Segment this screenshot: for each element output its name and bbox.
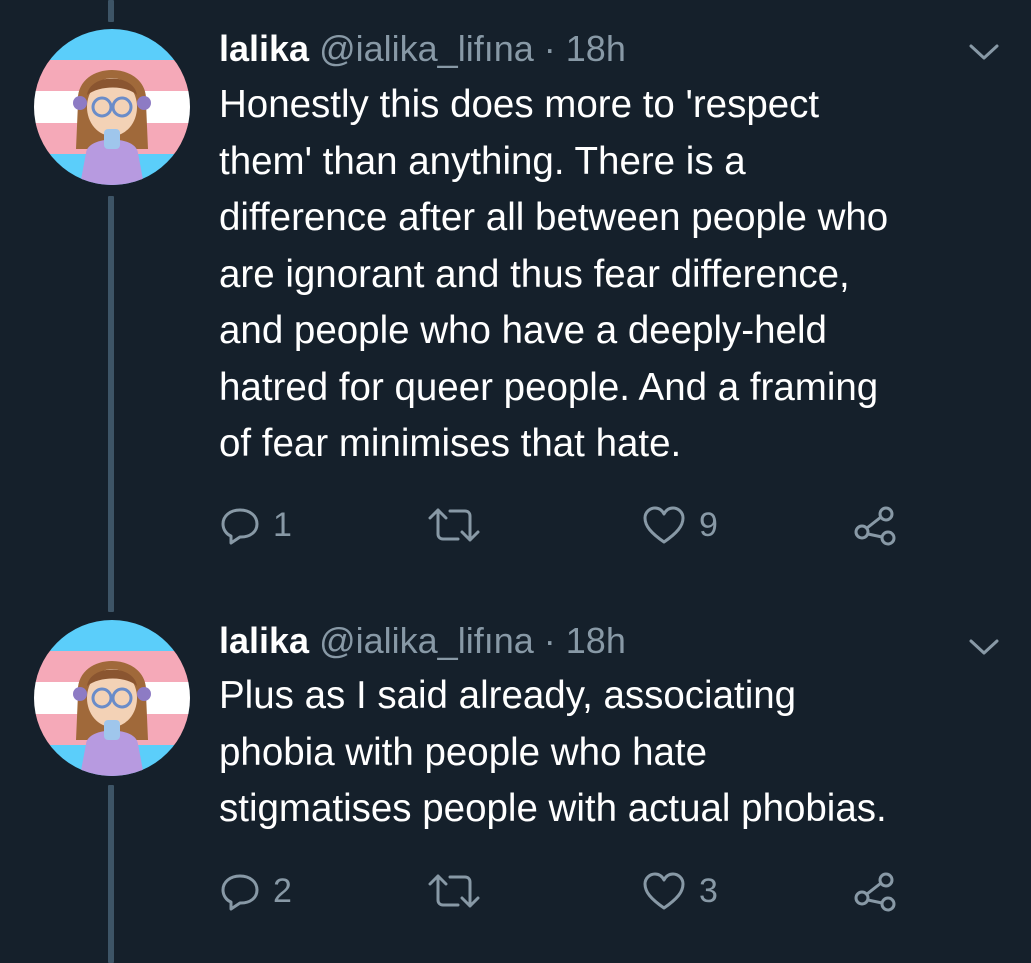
retweet-button[interactable] [426, 500, 482, 550]
avatar[interactable] [34, 29, 190, 185]
share-button[interactable] [852, 866, 898, 916]
like-count: 9 [699, 505, 718, 544]
retweet-icon [428, 508, 480, 542]
chevron-down-icon[interactable] [966, 40, 1002, 64]
separator-dot: · [543, 620, 556, 661]
like-button[interactable]: 9 [641, 500, 718, 550]
avatar-image [34, 620, 190, 776]
display-name[interactable]: lalika [219, 620, 309, 661]
timestamp[interactable]: 18h [566, 28, 626, 69]
reply-count: 1 [273, 505, 292, 544]
timestamp[interactable]: 18h [566, 620, 626, 661]
share-button[interactable] [852, 500, 898, 550]
user-handle[interactable]: @ialika_lifına [319, 28, 534, 69]
retweet-icon [428, 874, 480, 908]
share-icon [854, 872, 896, 912]
avatar-image [34, 29, 190, 185]
retweet-button[interactable] [426, 866, 482, 916]
chevron-down-icon[interactable] [966, 635, 1002, 659]
like-button[interactable]: 3 [641, 866, 718, 916]
tweet-actions: 1 9 [0, 500, 1031, 550]
like-count: 3 [699, 871, 718, 910]
separator-dot: · [543, 28, 556, 69]
display-name[interactable]: lalika [219, 28, 309, 69]
tweet-text: Plus as I said already, associating phob… [219, 674, 887, 830]
reply-button[interactable]: 1 [219, 500, 292, 550]
tweet[interactable]: lalika @ialika_lifına · 18h Plus as I sa… [0, 600, 1031, 963]
reply-icon [221, 508, 259, 545]
reply-icon [221, 874, 259, 911]
user-handle[interactable]: @ialika_lifına [319, 620, 534, 661]
reply-button[interactable]: 2 [219, 866, 292, 916]
heart-icon [643, 872, 685, 910]
tweet[interactable]: lalika @ialika_lifına · 18h Honestly thi… [0, 0, 1031, 600]
heart-icon [643, 506, 685, 544]
tweet-actions: 2 3 [0, 866, 1031, 916]
reply-count: 2 [273, 871, 292, 910]
tweet-header: lalika @ialika_lifına · 18h [219, 620, 951, 662]
tweet-header: lalika @ialika_lifına · 18h [219, 28, 951, 70]
share-icon [854, 506, 896, 546]
avatar[interactable] [34, 620, 190, 776]
tweet-text: Honestly this does more to 'respect them… [219, 83, 889, 465]
